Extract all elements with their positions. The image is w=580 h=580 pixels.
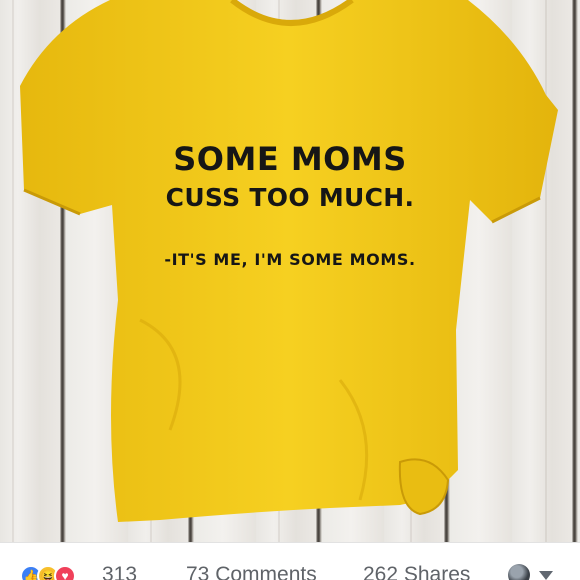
love-icon[interactable]: ♥ — [54, 565, 76, 580]
shares-link[interactable]: 262 Shares — [363, 563, 470, 580]
slogan-line-3: -IT'S ME, I'M SOME MOMS. — [164, 250, 416, 269]
slogan-line-1: SOME MOMS — [173, 140, 407, 178]
chevron-down-icon[interactable] — [539, 571, 553, 580]
yellow-tshirt — [20, 0, 558, 522]
post-image-area: SOME MOMS CUSS TOO MUCH. -IT'S ME, I'M S… — [0, 0, 580, 580]
comments-link[interactable]: 73 Comments — [186, 563, 317, 580]
profile-avatar[interactable] — [508, 564, 530, 580]
reaction-count[interactable]: 313 — [102, 563, 137, 580]
slogan-line-2: CUSS TOO MUCH. — [165, 183, 415, 212]
social-engagement-bar: 👍 😆 ♥ 313 73 Comments 262 Shares — [0, 542, 580, 580]
post-photo[interactable]: SOME MOMS CUSS TOO MUCH. -IT'S ME, I'M S… — [0, 0, 580, 542]
